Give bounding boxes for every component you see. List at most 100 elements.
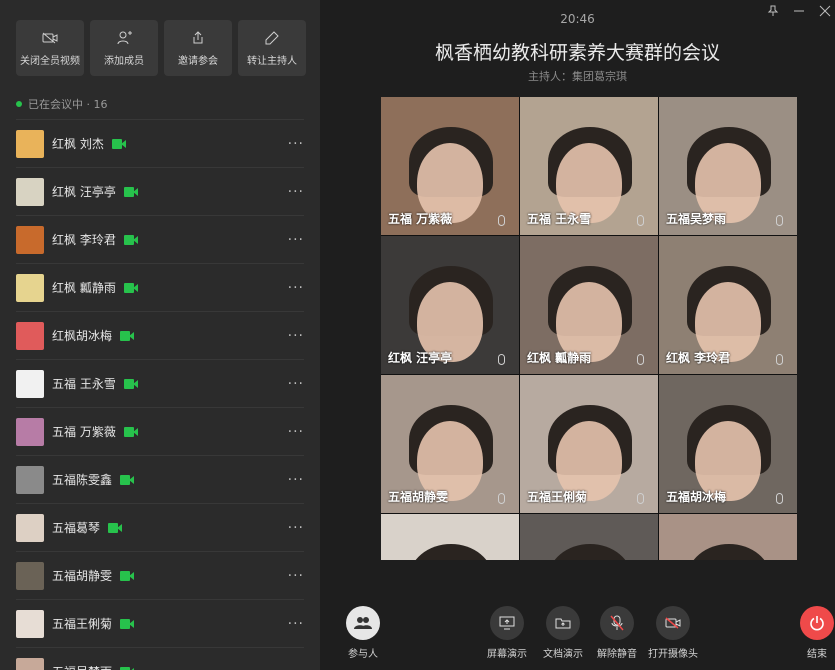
member-name: 五福葛琴 — [52, 521, 101, 535]
member-name: 五福陈雯鑫 — [52, 473, 113, 487]
more-options-icon[interactable]: ··· — [288, 472, 304, 488]
power-icon — [810, 616, 824, 631]
member-row[interactable]: 五福王俐菊 ··· — [16, 599, 304, 647]
avatar — [16, 321, 44, 350]
member-name: 五福胡静雯 — [52, 569, 113, 583]
more-options-icon[interactable]: ··· — [288, 616, 304, 632]
video-tile[interactable] — [659, 514, 797, 560]
tile-name: 红枫 瓤静雨 — [527, 351, 592, 365]
avatar — [16, 561, 44, 590]
folder-icon — [555, 618, 571, 629]
tile-name: 红枫 汪亭亭 — [388, 351, 453, 365]
end-circle — [800, 606, 834, 640]
camera-on-button[interactable]: 打开摄像头 — [648, 606, 698, 660]
avatar — [16, 177, 44, 206]
mic-muted-icon — [498, 215, 505, 226]
member-row[interactable]: 五福葛琴 ··· — [16, 503, 304, 551]
add-member-button[interactable]: 添加成员 — [90, 20, 158, 76]
transfer-host-button[interactable]: 转让主持人 — [238, 20, 306, 76]
doc-share-circle — [546, 606, 580, 640]
action-label: 添加成员 — [104, 55, 144, 67]
meeting-status: 已在会议中 · 16 — [16, 96, 108, 112]
meeting-window: 关闭全员视频 添加成员 邀请参会 转让主持人 已在会议中 · 16 红枫 刘杰 … — [0, 0, 835, 670]
sidebar-actions: 关闭全员视频 添加成员 邀请参会 转让主持人 — [16, 20, 306, 76]
mic-muted-icon — [637, 493, 644, 504]
video-on-icon — [123, 378, 138, 389]
video-off-icon — [42, 30, 58, 46]
video-tile[interactable]: 红枫 李玲君 — [659, 236, 797, 374]
mic-muted-icon — [637, 215, 644, 226]
video-on-icon — [123, 282, 138, 293]
member-name: 五福王俐菊 — [52, 617, 113, 631]
action-label: 转让主持人 — [247, 55, 297, 67]
mic-muted-icon — [776, 215, 783, 226]
member-row[interactable]: 红枫 瓤静雨 ··· — [16, 263, 304, 311]
mute-all-video-button[interactable]: 关闭全员视频 — [16, 20, 84, 76]
video-tile[interactable]: 五福胡静雯 — [381, 375, 519, 513]
more-options-icon[interactable]: ··· — [288, 232, 304, 248]
video-on-icon — [123, 234, 138, 245]
video-tile[interactable]: 五福胡冰梅 — [659, 375, 797, 513]
people-icon — [354, 617, 372, 629]
online-dot-icon — [16, 101, 22, 107]
member-row[interactable]: 红枫 李玲君 ··· — [16, 215, 304, 263]
member-row[interactable]: 红枫 汪亭亭 ··· — [16, 167, 304, 215]
more-options-icon[interactable]: ··· — [288, 664, 304, 670]
video-grid: 五福 万紫薇 五福 王永雪 五福吴梦雨红枫 汪亭亭 红枫 瓤静雨 红枫 李玲君五福胡静雯… — [381, 97, 797, 560]
video-on-icon — [120, 330, 135, 341]
video-on-icon — [120, 570, 135, 581]
avatar — [16, 129, 44, 158]
avatar — [16, 225, 44, 254]
video-tile[interactable] — [520, 514, 658, 560]
member-row[interactable]: 五福 万紫薇 ··· — [16, 407, 304, 455]
unmute-button[interactable]: 解除静音 — [597, 606, 637, 660]
more-options-icon[interactable]: ··· — [288, 280, 304, 296]
video-tile[interactable]: 红枫 汪亭亭 — [381, 236, 519, 374]
end-meeting-button[interactable]: 结束 — [800, 606, 834, 660]
video-tile[interactable]: 五福 万紫薇 — [381, 97, 519, 235]
video-tile[interactable]: 五福 王永雪 — [520, 97, 658, 235]
participants-button[interactable]: 参与人 — [346, 606, 380, 660]
invite-button[interactable]: 邀请参会 — [164, 20, 232, 76]
more-options-icon[interactable]: ··· — [288, 520, 304, 536]
member-row[interactable]: 五福吴梦雨 ··· — [16, 647, 304, 670]
avatar — [16, 465, 44, 494]
tile-name: 五福 王永雪 — [527, 212, 592, 226]
video-tile[interactable]: 五福王俐菊 — [520, 375, 658, 513]
member-row[interactable]: 五福胡静雯 ··· — [16, 551, 304, 599]
more-options-icon[interactable]: ··· — [288, 376, 304, 392]
mic-muted-icon — [498, 493, 505, 504]
more-options-icon[interactable]: ··· — [288, 424, 304, 440]
member-name: 五福 万紫薇 — [52, 425, 116, 439]
video-tile[interactable]: 红枫 瓤静雨 — [520, 236, 658, 374]
video-tile[interactable]: 五福吴梦雨 — [659, 97, 797, 235]
video-tile[interactable] — [381, 514, 519, 560]
avatar — [16, 609, 44, 638]
participants-circle — [346, 606, 380, 640]
end-label: 结束 — [807, 649, 827, 660]
video-on-icon — [120, 666, 135, 670]
more-options-icon[interactable]: ··· — [288, 136, 304, 152]
member-row[interactable]: 红枫胡冰梅 ··· — [16, 311, 304, 359]
member-row[interactable]: 红枫 刘杰 ··· — [16, 119, 304, 167]
video-area: 20:46 枫香栖幼教科研素养大赛群的会议 主持人：集团葛宗琪 五福 万紫薇 五福… — [320, 0, 835, 670]
member-name: 红枫胡冰梅 — [52, 329, 113, 343]
more-options-icon[interactable]: ··· — [288, 328, 304, 344]
unmute-label: 解除静音 — [597, 649, 637, 660]
tile-name: 五福胡冰梅 — [666, 490, 727, 504]
avatar — [16, 657, 44, 670]
screen-share-button[interactable]: 屏幕演示 — [487, 606, 527, 660]
action-label: 邀请参会 — [178, 55, 218, 67]
participants-label: 参与人 — [348, 649, 378, 660]
pen-icon — [264, 30, 280, 46]
more-options-icon[interactable]: ··· — [288, 184, 304, 200]
camera-off-icon — [665, 617, 681, 629]
doc-share-button[interactable]: 文档演示 — [543, 606, 583, 660]
video-on-icon — [123, 426, 138, 437]
more-options-icon[interactable]: ··· — [288, 568, 304, 584]
member-row[interactable]: 五福 王永雪 ··· — [16, 359, 304, 407]
meeting-host: 主持人：集团葛宗琪 — [528, 70, 627, 83]
person-hair — [548, 544, 632, 560]
action-label: 关闭全员视频 — [20, 55, 80, 67]
member-row[interactable]: 五福陈雯鑫 ··· — [16, 455, 304, 503]
